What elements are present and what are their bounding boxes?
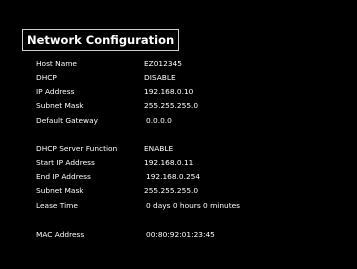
info-row-lease-time: Lease Time 0 days 0 hours 0 minutes: [0, 199, 357, 212]
info-row-ip-address: IP Address 192.168.0.10: [0, 85, 357, 98]
row-label: Default Gateway: [36, 116, 99, 125]
row-label: MAC Address: [36, 230, 85, 239]
info-row-dhcp-subnet-mask: Subnet Mask 255.255.255.0: [0, 184, 357, 197]
row-value: 255.255.255.0: [144, 101, 199, 110]
row-value: 00:80:92:01:23:45: [146, 230, 215, 239]
row-value: 192.168.0.10: [144, 87, 194, 96]
info-row-host-name: Host Name EZ012345: [0, 57, 357, 70]
row-label: End IP Address: [36, 172, 91, 181]
row-label: Subnet Mask: [36, 186, 84, 195]
row-value: 255.255.255.0: [144, 186, 199, 195]
row-value: 192.168.0.11: [144, 158, 194, 167]
info-row-dhcp-server-function: DHCP Server Function ENABLE: [0, 142, 357, 155]
row-value: ENABLE: [144, 144, 174, 153]
row-label: Lease Time: [36, 201, 78, 210]
row-label: Subnet Mask: [36, 101, 84, 110]
info-row-default-gateway: Default Gateway 0.0.0.0: [0, 114, 357, 127]
row-label: Start IP Address: [36, 158, 95, 167]
info-row-end-ip-address: End IP Address 192.168.0.254: [0, 170, 357, 183]
info-row-mac-address: MAC Address 00:80:92:01:23:45: [0, 228, 357, 241]
row-value: 192.168.0.254: [146, 172, 201, 181]
row-label: DHCP: [36, 73, 57, 82]
info-row-dhcp: DHCP DISABLE: [0, 71, 357, 84]
row-value: DISABLE: [144, 73, 176, 82]
info-row-subnet-mask: Subnet Mask 255.255.255.0: [0, 99, 357, 112]
row-label: Host Name: [36, 59, 77, 68]
info-row-start-ip-address: Start IP Address 192.168.0.11: [0, 156, 357, 169]
page-title: Network Configuration: [22, 29, 180, 51]
row-value: EZ012345: [144, 59, 182, 68]
network-configuration-screen: Network Configuration Host Name EZ012345…: [0, 0, 357, 269]
row-value: 0 days 0 hours 0 minutes: [146, 201, 240, 210]
row-label: IP Address: [36, 87, 75, 96]
row-value: 0.0.0.0: [146, 116, 172, 125]
row-label: DHCP Server Function: [36, 144, 118, 153]
